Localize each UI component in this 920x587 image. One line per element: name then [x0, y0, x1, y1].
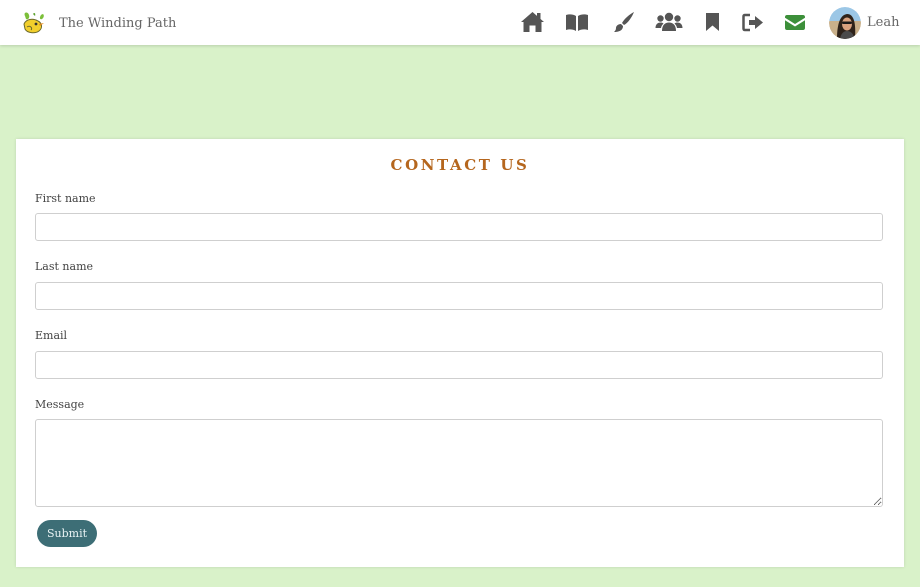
email-label: Email [35, 329, 68, 342]
paintbrush-icon [614, 12, 634, 32]
user-name: Leah [867, 15, 900, 30]
envelope-icon [785, 14, 805, 30]
nav-book[interactable] [564, 10, 590, 34]
user-menu[interactable]: Leah [829, 6, 899, 39]
avatar [829, 6, 861, 39]
users-icon [655, 12, 683, 31]
bookmark-icon [705, 13, 719, 31]
first-name-input[interactable] [35, 213, 883, 241]
leaf-bird-logo-icon [23, 12, 44, 34]
contact-title: CONTACT US [390, 156, 530, 174]
nav-home[interactable] [519, 10, 545, 34]
message-label: Message [35, 398, 85, 411]
brand[interactable]: The Winding Path [20, 9, 176, 37]
nav-art[interactable] [611, 10, 637, 34]
last-name-label: Last name [35, 260, 94, 273]
first-name-label: First name [35, 192, 96, 205]
top-navbar: The Winding Path Leah [0, 0, 920, 45]
message-textarea[interactable] [35, 419, 883, 507]
email-input[interactable] [35, 351, 883, 379]
sign-out-icon [742, 13, 763, 31]
nav-bookmarks[interactable] [699, 10, 725, 34]
contact-card: CONTACT US First name Last name Email Me… [16, 139, 904, 567]
nav-sign-out[interactable] [740, 10, 766, 34]
nav-contact[interactable] [782, 10, 808, 34]
book-icon [566, 13, 588, 31]
home-icon [520, 12, 544, 32]
last-name-input[interactable] [35, 282, 883, 310]
submit-button[interactable]: Submit [37, 520, 97, 547]
nav-community[interactable] [655, 10, 683, 34]
brand-name: The Winding Path [59, 15, 177, 31]
